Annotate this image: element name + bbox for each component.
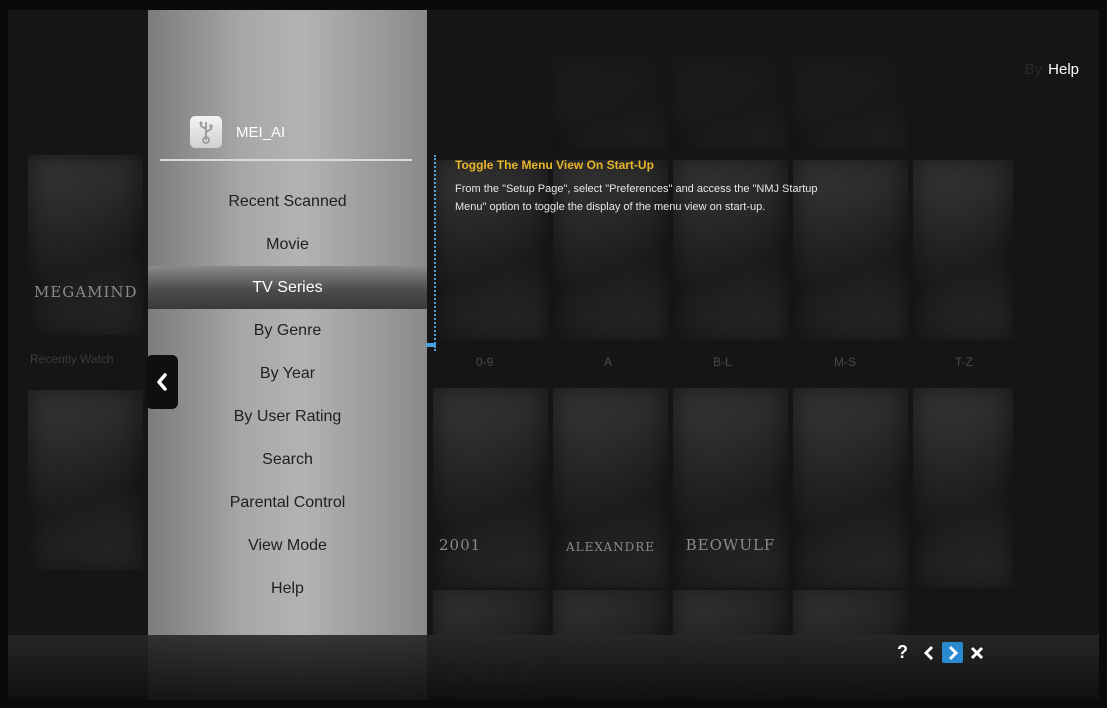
tip-pointer (426, 343, 436, 347)
side-menu: MEI_AI Recent Scanned Movie TV Series By… (148, 10, 427, 700)
top-help[interactable]: By Help (1025, 61, 1079, 78)
menu-item-movie[interactable]: Movie (148, 223, 427, 266)
poster-megamind[interactable]: MEGAMIND (28, 155, 143, 335)
poster[interactable] (28, 390, 143, 570)
recently-watched-label: Recently Watch (30, 352, 114, 366)
chevron-left-icon (157, 373, 167, 391)
chevron-left-icon (923, 645, 933, 660)
alpha-tab-a[interactable]: A (604, 355, 612, 369)
next-button[interactable] (942, 642, 963, 663)
chevron-right-icon (948, 645, 958, 660)
menu-divider (160, 159, 412, 161)
poster-beowulf[interactable]: BEOWULF (673, 388, 788, 588)
close-icon (970, 646, 983, 659)
alpha-tab-b-l[interactable]: B-L (713, 355, 732, 369)
top-help-label: Help (1048, 61, 1079, 78)
menu-item-by-user-rating[interactable]: By User Rating (148, 395, 427, 438)
poster-title: MEGAMIND (34, 283, 138, 301)
menu-item-by-year[interactable]: By Year (148, 352, 427, 395)
poster[interactable] (913, 160, 1013, 340)
poster-2001[interactable]: 2001 (433, 388, 548, 588)
poster[interactable] (793, 388, 908, 588)
menu-item-view-mode[interactable]: View Mode (148, 524, 427, 567)
menu-item-by-genre[interactable]: By Genre (148, 309, 427, 352)
menu-header: MEI_AI (190, 116, 285, 148)
top-hint: By (1024, 61, 1043, 78)
poster-title: 2001 (439, 536, 482, 554)
tip-title: Toggle The Menu View On Start-Up (455, 158, 654, 172)
prev-button[interactable] (918, 642, 939, 663)
menu-item-help[interactable]: Help (148, 567, 427, 610)
poster-alexandre[interactable]: ALEXANDRE (553, 388, 668, 588)
screen: MEGAMIND 2001 ALEXANDRE BEOWULF 2012 Rec… (8, 10, 1099, 700)
poster[interactable] (913, 388, 1013, 588)
alpha-tab-0-9[interactable]: 0-9 (476, 355, 493, 369)
menu-item-parental-control[interactable]: Parental Control (148, 481, 427, 524)
alpha-filter-row: 0-9 A B-L M-S T-Z (428, 350, 988, 376)
collapse-menu-button[interactable] (146, 355, 178, 409)
alpha-tab-t-z[interactable]: T-Z (955, 355, 973, 369)
poster-title: ALEXANDRE (565, 540, 656, 554)
device-name: MEI_AI (236, 123, 286, 141)
usb-icon (190, 116, 222, 148)
menu-item-search[interactable]: Search (148, 438, 427, 481)
close-button[interactable] (966, 642, 987, 663)
help-button[interactable]: ? (892, 642, 913, 663)
menu-item-recent-scanned[interactable]: Recent Scanned (148, 180, 427, 223)
poster-title: BEOWULF (685, 536, 776, 554)
menu-item-tv-series[interactable]: TV Series (148, 266, 427, 309)
alpha-tab-m-s[interactable]: M-S (834, 355, 856, 369)
tip-body: From the "Setup Page", select "Preferenc… (455, 183, 818, 213)
tip-connector (434, 155, 439, 351)
